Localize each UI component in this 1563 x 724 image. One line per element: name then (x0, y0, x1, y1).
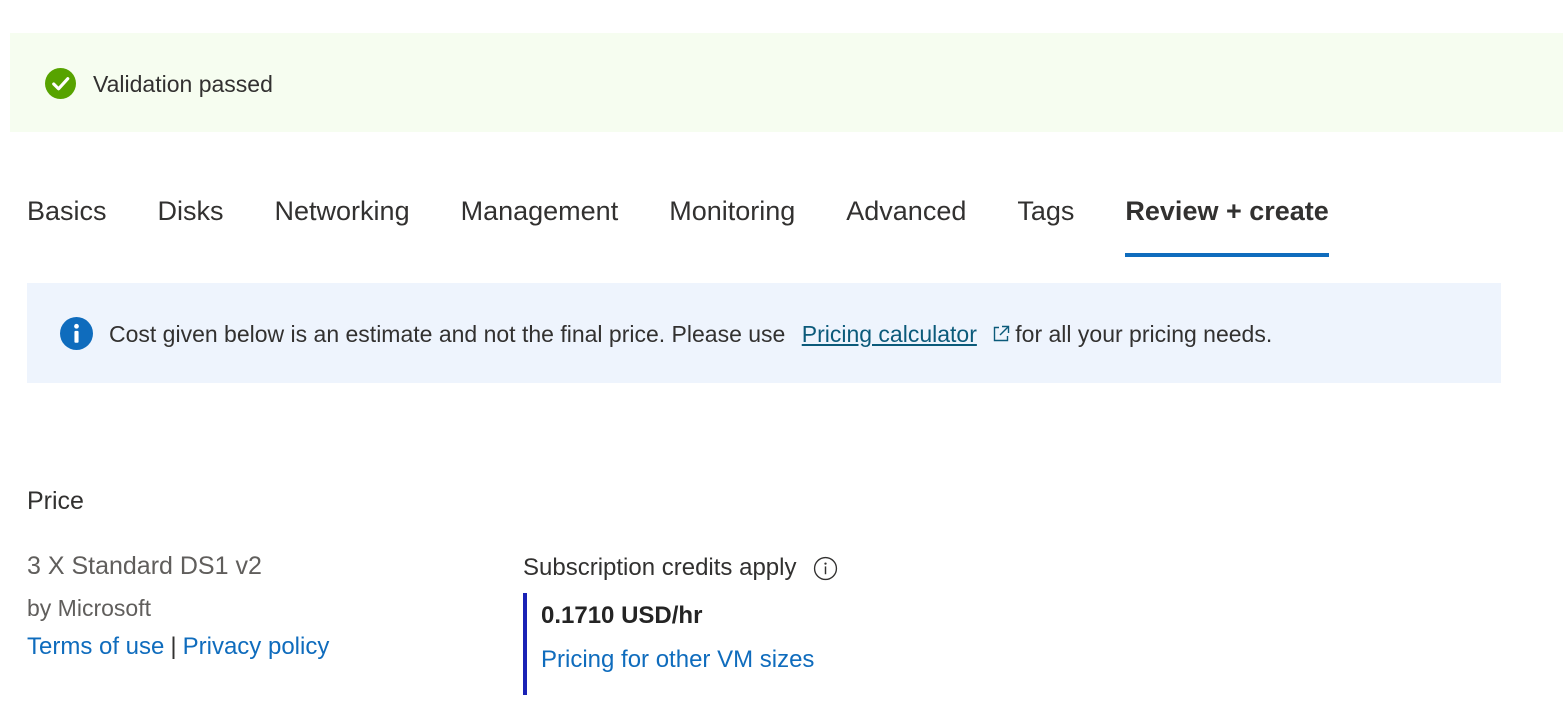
price-heading: Price (27, 487, 84, 515)
tab-tags[interactable]: Tags (1017, 190, 1074, 246)
tab-networking[interactable]: Networking (275, 190, 410, 246)
price-box: 0.1710 USD/hr Pricing for other VM sizes (523, 593, 1027, 695)
validation-message: Validation passed (93, 71, 273, 97)
subscription-credits-row: Subscription credits apply (523, 553, 838, 583)
info-text-before: Cost given below is an estimate and not … (109, 321, 786, 347)
tab-disks[interactable]: Disks (158, 190, 224, 246)
link-separator: | (170, 633, 177, 660)
tab-management[interactable]: Management (461, 190, 619, 246)
info-outline-icon[interactable] (813, 556, 838, 581)
product-name: 3 X Standard DS1 v2 (27, 552, 262, 580)
checkmark-circle-icon (45, 68, 76, 99)
review-create-page: Validation passed Basics Disks Networkin… (0, 0, 1563, 724)
wizard-tabs: Basics Disks Networking Management Monit… (27, 190, 1380, 257)
hourly-price: 0.1710 USD/hr (541, 602, 703, 629)
tab-monitoring[interactable]: Monitoring (669, 190, 795, 246)
pricing-calculator-link[interactable]: Pricing calculator (802, 321, 977, 347)
publisher-label: by Microsoft (27, 595, 151, 621)
privacy-policy-link[interactable]: Privacy policy (183, 633, 330, 660)
tab-basics[interactable]: Basics (27, 190, 107, 246)
external-link-icon[interactable] (991, 324, 1011, 344)
cost-info-banner: Cost given below is an estimate and not … (27, 283, 1501, 383)
terms-of-use-link[interactable]: Terms of use (27, 633, 164, 660)
validation-banner: Validation passed (10, 33, 1563, 132)
tab-advanced[interactable]: Advanced (846, 190, 966, 246)
info-banner-text: Cost given below is an estimate and not … (109, 319, 1272, 349)
info-text-after: for all your pricing needs. (1015, 321, 1273, 347)
legal-links: Terms of use | Privacy policy (27, 632, 329, 662)
pricing-other-vm-sizes-link[interactable]: Pricing for other VM sizes (541, 645, 814, 675)
subscription-credits-label: Subscription credits apply (523, 554, 797, 581)
tab-review-create[interactable]: Review + create (1125, 190, 1330, 257)
info-icon (60, 317, 93, 350)
